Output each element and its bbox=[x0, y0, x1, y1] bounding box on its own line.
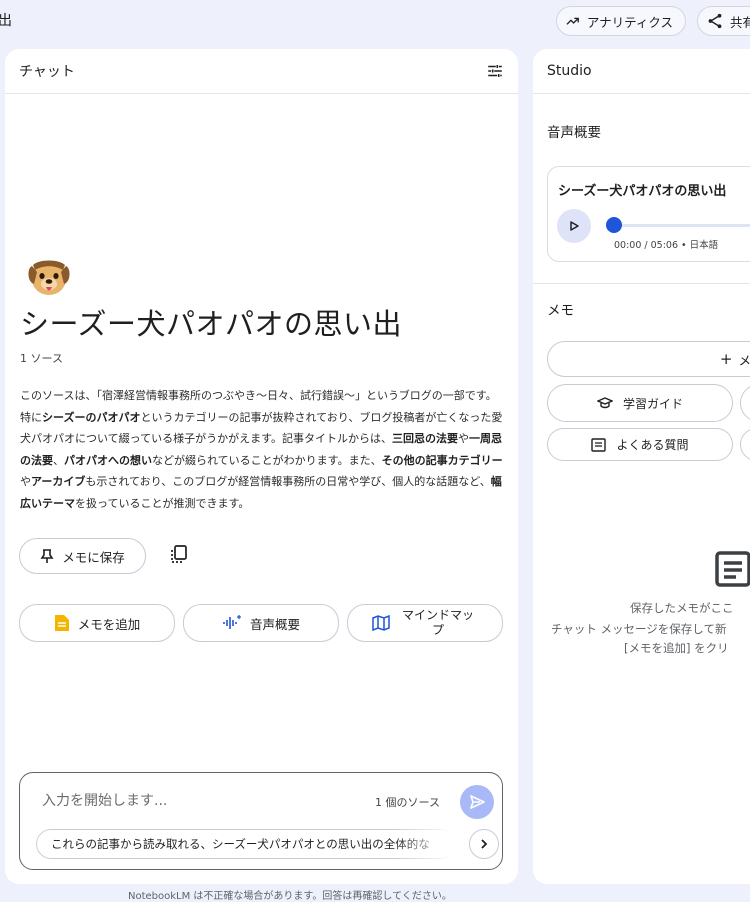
source-count: 1 ソース bbox=[20, 352, 63, 365]
graduation-cap-icon bbox=[596, 397, 613, 409]
save-to-note-button[interactable]: メモに保存 bbox=[19, 538, 146, 574]
audio-progress-track[interactable] bbox=[608, 224, 750, 227]
studio-header: Studio bbox=[533, 49, 750, 94]
faq-label: よくある質問 bbox=[616, 438, 689, 452]
waveform-icon bbox=[223, 615, 241, 629]
analytics-label: アナリティクス bbox=[586, 14, 673, 30]
disclaimer: NotebookLM は不正確な場合があります。回答は再確認してください。 bbox=[128, 891, 452, 902]
audio-card-title: シーズー犬パオパオの思い出 bbox=[558, 184, 727, 199]
map-icon bbox=[372, 615, 390, 631]
audio-overview-card[interactable]: シーズー犬パオパオの思い出 00:00 / 05:06 • 日本語 bbox=[547, 166, 750, 262]
send-button[interactable] bbox=[460, 785, 494, 819]
empty-notes-line-3: [メモを追加] をクリ bbox=[624, 641, 729, 655]
study-guide-button[interactable]: 学習ガイド bbox=[547, 384, 733, 422]
audio-progress-handle[interactable] bbox=[606, 217, 622, 233]
divider bbox=[533, 283, 750, 284]
study-guide-label: 学習ガイド bbox=[622, 396, 683, 411]
share-label: 共有 bbox=[730, 14, 750, 30]
audio-overview-label: 音声概要 bbox=[249, 616, 300, 632]
share-icon bbox=[708, 13, 722, 29]
source-summary: このソースは、「宿澤経営情報事務所のつぶやき〜日々、試行錯誤〜」というブログの一… bbox=[20, 385, 505, 514]
dog-emoji-icon bbox=[28, 260, 70, 295]
studio-panel: Studio 音声概要 シーズー犬パオパオの思い出 00:00 / 05:06 … bbox=[533, 49, 750, 884]
summary-segment: アーカイブ bbox=[31, 475, 86, 488]
chat-input[interactable]: 入力を開始します... bbox=[42, 790, 167, 810]
summary-segment: 三回忌の法要 bbox=[392, 432, 459, 445]
chat-panel: チャット シーズー犬パオパオの思い出 1 ソース このソースは、「宿澤経営情報事… bbox=[5, 49, 518, 884]
app-title-fragment: 出 bbox=[0, 13, 12, 29]
add-note-button[interactable]: メモを追加 bbox=[19, 604, 175, 642]
add-memo-label: メモを bbox=[738, 352, 750, 368]
chevron-right-icon bbox=[481, 839, 488, 849]
next-suggestion-button[interactable] bbox=[469, 829, 499, 859]
pin-icon bbox=[40, 549, 54, 563]
trending-up-icon bbox=[566, 17, 579, 25]
play-icon bbox=[570, 221, 579, 231]
summary-segment: などが綴られていることがわかります。また、 bbox=[152, 453, 382, 467]
faq-icon bbox=[591, 437, 607, 452]
studio-chip-more-2[interactable] bbox=[740, 428, 750, 461]
summary-segment: を扱っていることが推測できます。 bbox=[75, 496, 250, 510]
audio-overview-button[interactable]: 音声概要 bbox=[183, 604, 339, 642]
summary-segment: や bbox=[458, 432, 470, 445]
mindmap-button[interactable]: マインドマップ bbox=[347, 604, 503, 642]
summary-segment: や bbox=[20, 475, 31, 488]
summary-segment: 、 bbox=[53, 453, 64, 467]
audio-time: 00:00 / 05:06 • 日本語 bbox=[614, 240, 719, 251]
summary-segment: その他の記事カテゴリー bbox=[381, 453, 503, 467]
faq-button[interactable]: よくある質問 bbox=[547, 428, 733, 461]
summary-segment: も示されており、このブログが経営情報事務所の日常や学び、個人的な話題など、 bbox=[85, 475, 491, 488]
notebook-title: シーズー犬パオパオの思い出 bbox=[20, 307, 403, 341]
empty-notes-line-1: 保存したメモがここ bbox=[630, 601, 734, 615]
summary-segment: パオパオへの想い bbox=[64, 453, 152, 467]
chat-input-box: 入力を開始します... 1 個のソース これらの記事から読み取れる、シーズー犬パ… bbox=[19, 772, 503, 870]
note-icon bbox=[54, 615, 69, 631]
audio-section-title: 音声概要 bbox=[547, 125, 601, 141]
notes-placeholder-icon bbox=[715, 551, 750, 587]
studio-title: Studio bbox=[547, 63, 592, 79]
play-button[interactable] bbox=[557, 209, 591, 243]
chat-title: チャット bbox=[19, 64, 75, 80]
studio-chip-more[interactable] bbox=[740, 384, 750, 422]
suggested-question[interactable]: これらの記事から読み取れる、シーズー犬パオパオとの思い出の全体的な bbox=[36, 829, 456, 859]
save-to-note-label: メモに保存 bbox=[62, 549, 125, 565]
copy-icon[interactable] bbox=[169, 544, 189, 566]
memo-section-title: メモ bbox=[547, 303, 574, 319]
summary-segment: シーズーのパオパオ bbox=[42, 410, 141, 424]
analytics-button[interactable]: アナリティクス bbox=[556, 6, 686, 36]
plus-icon: + bbox=[719, 350, 733, 368]
chat-header: チャット bbox=[5, 49, 518, 94]
empty-notes-line-2: チャット メッセージを保存して新 bbox=[551, 622, 727, 636]
add-note-label: メモを追加 bbox=[77, 616, 141, 632]
share-button[interactable]: 共有 bbox=[697, 6, 750, 36]
mindmap-label: マインドマップ bbox=[401, 608, 474, 637]
input-source-count: 1 個のソース bbox=[375, 796, 440, 809]
add-memo-button[interactable]: + メモを bbox=[547, 341, 750, 377]
send-icon bbox=[470, 795, 485, 809]
tune-icon[interactable] bbox=[486, 62, 504, 80]
